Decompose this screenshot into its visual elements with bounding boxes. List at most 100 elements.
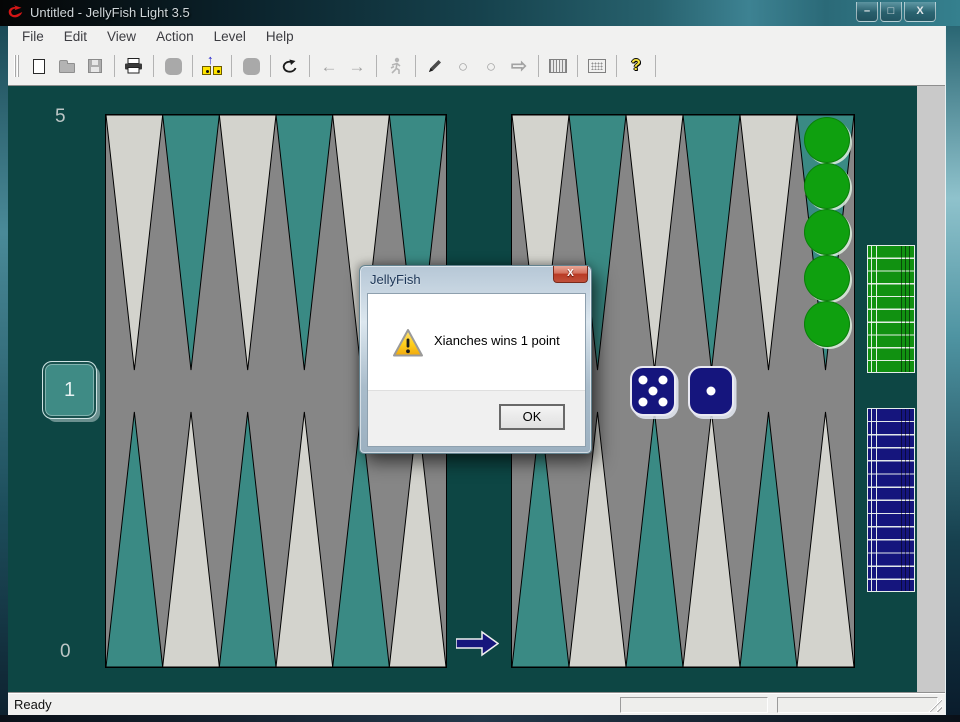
menu-level[interactable]: Level: [204, 27, 256, 46]
die-pip: [648, 386, 658, 396]
back-button[interactable]: ←: [316, 53, 342, 79]
green-checker-stack: [804, 117, 850, 349]
checker-button-1[interactable]: [160, 53, 186, 79]
dialog-message: Xianches wins 1 point: [434, 333, 560, 348]
dotted-board-icon: [588, 59, 606, 73]
toolbar-separator: [538, 55, 539, 77]
board-point-top-2[interactable]: [162, 115, 220, 371]
undo-button[interactable]: [277, 53, 303, 79]
green-checker[interactable]: [804, 255, 850, 301]
status-text: Ready: [14, 697, 52, 712]
toolbar-separator: [153, 55, 154, 77]
open-button[interactable]: [54, 53, 80, 79]
ok-button[interactable]: OK: [499, 404, 565, 430]
status-bar: Ready: [8, 692, 945, 715]
toolbar-separator: [231, 55, 232, 77]
die-2[interactable]: [688, 366, 734, 416]
circle-button-2[interactable]: ○: [478, 53, 504, 79]
circle-outline-icon: ○: [485, 56, 497, 76]
save-floppy-icon: [88, 59, 102, 73]
menu-bar: File Edit View Action Level Help: [8, 26, 945, 47]
toolbar-separator: [309, 55, 310, 77]
blue-borne-off-stack: [867, 408, 915, 593]
resign-button[interactable]: [383, 53, 409, 79]
left-arrow-icon: ←: [320, 56, 338, 76]
board-point-bottom-2[interactable]: [162, 411, 220, 667]
close-button[interactable]: X: [904, 2, 936, 22]
toolbar-grip[interactable]: [14, 55, 19, 77]
checker-button-2[interactable]: [238, 53, 264, 79]
app-window: Untitled - JellyFish Light 3.5 – □ X Fil…: [0, 0, 960, 722]
green-checker[interactable]: [804, 117, 850, 163]
play-button[interactable]: ⇨: [506, 53, 532, 79]
board-point-bottom-3[interactable]: [625, 411, 684, 667]
green-borne-off-stack: [867, 245, 915, 373]
menu-help[interactable]: Help: [256, 27, 304, 46]
toolbar: ↑ ← → ○ ○ ⇨ ?: [8, 47, 945, 86]
die-1[interactable]: [630, 366, 676, 416]
turn-direction-arrow: [456, 630, 499, 657]
board-point-top-5[interactable]: [739, 115, 798, 371]
window-title: Untitled - JellyFish Light 3.5: [30, 5, 190, 20]
green-checker[interactable]: [804, 301, 850, 347]
dialog-content: Xianches wins 1 point OK: [367, 293, 586, 447]
roll-dice-button[interactable]: ↑: [199, 52, 225, 79]
title-bar[interactable]: Untitled - JellyFish Light 3.5 – □ X: [0, 0, 960, 26]
maximize-button[interactable]: □: [880, 2, 902, 22]
open-folder-icon: [59, 59, 75, 73]
status-panel-2: [777, 697, 938, 713]
save-button[interactable]: [82, 53, 108, 79]
board-point-bottom-1[interactable]: [106, 411, 164, 667]
board-point-bottom-6[interactable]: [796, 411, 854, 667]
toolbar-separator: [577, 55, 578, 77]
help-question-icon: ?: [631, 57, 641, 74]
board-point-top-3[interactable]: [625, 115, 684, 371]
gray-checker-icon: [164, 57, 182, 75]
die-pip: [658, 375, 668, 385]
menu-view[interactable]: View: [97, 27, 146, 46]
print-button[interactable]: [121, 53, 147, 79]
message-dialog: JellyFish X Xianches wins 1 point OK: [359, 265, 592, 454]
right-arrow-icon: →: [348, 56, 366, 76]
board-point-top-4[interactable]: [682, 115, 741, 371]
board-point-top-4[interactable]: [275, 115, 334, 371]
warning-triangle-icon: [393, 329, 423, 357]
dice-roll-icon: ↑: [202, 52, 222, 77]
toolbar-separator: [376, 55, 377, 77]
doubling-cube[interactable]: 1: [42, 361, 97, 419]
menu-action[interactable]: Action: [146, 27, 204, 46]
board-point-bottom-5[interactable]: [739, 411, 798, 667]
toolbar-separator: [114, 55, 115, 77]
new-button[interactable]: [26, 53, 52, 79]
die-pip: [658, 397, 668, 407]
edit-button[interactable]: [422, 53, 448, 79]
minimize-button[interactable]: –: [856, 2, 878, 22]
window-border-bottom: [0, 715, 960, 722]
score-bottom: 0: [60, 641, 71, 662]
board-options-button[interactable]: [584, 53, 610, 79]
undo-icon: [282, 59, 297, 73]
die-pip: [706, 386, 716, 396]
die-pip: [638, 397, 648, 407]
die-pip: [638, 375, 648, 385]
board-layout-button[interactable]: [545, 53, 571, 79]
dialog-title[interactable]: JellyFish: [370, 272, 421, 287]
circle-button-1[interactable]: ○: [450, 53, 476, 79]
green-checker[interactable]: [804, 209, 850, 255]
menu-edit[interactable]: Edit: [54, 27, 97, 46]
board-point-top-1[interactable]: [106, 115, 164, 371]
board-point-bottom-4[interactable]: [682, 411, 741, 667]
board-point-bottom-4[interactable]: [275, 411, 334, 667]
window-border-right: [945, 26, 960, 715]
toolbar-separator: [192, 55, 193, 77]
dialog-close-button[interactable]: X: [553, 266, 588, 283]
gray-checker-icon: [242, 57, 260, 75]
green-checker[interactable]: [804, 163, 850, 209]
dialog-footer: OK: [368, 390, 585, 446]
help-button[interactable]: ?: [623, 53, 649, 79]
printer-icon: [125, 58, 142, 74]
board-point-top-3[interactable]: [218, 115, 277, 371]
board-point-bottom-3[interactable]: [218, 411, 277, 667]
forward-button[interactable]: →: [344, 53, 370, 79]
menu-file[interactable]: File: [12, 27, 54, 46]
